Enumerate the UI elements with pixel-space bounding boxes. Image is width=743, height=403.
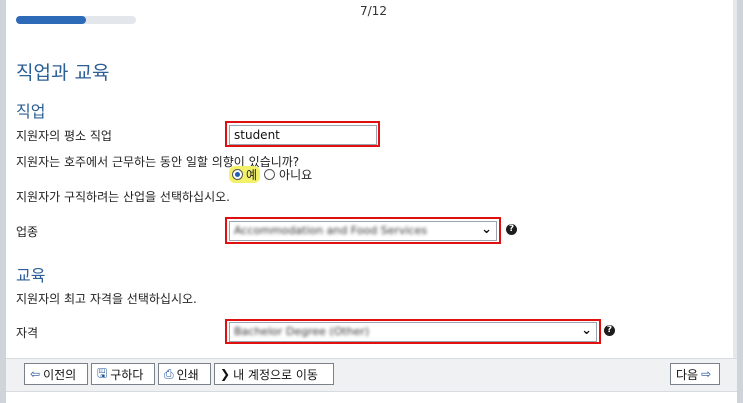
qualification-select-value: Bachelor Degree (Other) bbox=[234, 325, 370, 338]
progress-bar-fill bbox=[16, 16, 86, 24]
chevron-right-icon: ❯ bbox=[220, 367, 231, 381]
go-to-account-button[interactable]: ❯ 내 계정으로 이동 bbox=[214, 363, 334, 385]
industry-select-value: Accommodation and Food Services bbox=[234, 224, 428, 237]
previous-button-label: 이전의 bbox=[43, 367, 77, 382]
step-indicator: 7/12 bbox=[360, 4, 387, 18]
industry-select[interactable]: Accommodation and Food Services ⌄ bbox=[229, 221, 497, 241]
usual-occupation-input[interactable] bbox=[229, 125, 377, 145]
qualification-select[interactable]: Bachelor Degree (Other) ⌄ bbox=[229, 322, 597, 342]
yes-label: 예 bbox=[246, 168, 258, 182]
yes-option[interactable]: 예 bbox=[229, 166, 261, 183]
page-title: 직업과 교육 bbox=[16, 62, 110, 84]
no-label: 아니요 bbox=[279, 168, 313, 182]
usual-occupation-label: 지원자의 평소 직업 bbox=[16, 129, 112, 143]
section-title-occupation: 직업 bbox=[16, 102, 46, 121]
go-to-account-label: 내 계정으로 이동 bbox=[233, 367, 318, 382]
progress-bar bbox=[16, 16, 136, 24]
next-button-label: 다음 bbox=[676, 367, 699, 382]
arrow-left-icon: ⇦ bbox=[30, 367, 41, 381]
help-icon[interactable]: ? bbox=[506, 224, 517, 235]
print-button[interactable]: ⎙ 인쇄 bbox=[158, 363, 211, 385]
chevron-down-icon: ⌄ bbox=[581, 323, 592, 338]
print-icon: ⎙ bbox=[164, 366, 174, 381]
industry-prompt: 지원자가 구직하려는 산업을 선택하십시오. bbox=[16, 190, 230, 204]
yes-radio[interactable] bbox=[232, 169, 243, 180]
section-title-education: 교육 bbox=[16, 266, 46, 285]
next-button[interactable]: 다음 ⇨ bbox=[670, 363, 720, 385]
print-button-label: 인쇄 bbox=[176, 367, 199, 382]
education-prompt: 지원자의 최고 자격을 선택하십시오. bbox=[16, 292, 197, 306]
chevron-down-icon: ⌄ bbox=[481, 222, 492, 237]
save-button-label: 구하다 bbox=[110, 367, 144, 382]
help-icon[interactable]: ? bbox=[604, 325, 615, 336]
previous-button[interactable]: ⇦ 이전의 bbox=[24, 363, 88, 385]
save-icon: 🖫 bbox=[97, 365, 108, 380]
industry-label: 업종 bbox=[16, 225, 39, 239]
no-radio[interactable] bbox=[264, 169, 276, 180]
arrow-right-icon: ⇨ bbox=[701, 367, 712, 381]
save-button[interactable]: 🖫 구하다 bbox=[91, 363, 155, 385]
intend-to-work-radio-group: 예 아니요 bbox=[229, 166, 312, 183]
vertical-scrollbar[interactable] bbox=[733, 0, 737, 358]
qualification-label: 자격 bbox=[16, 326, 39, 340]
